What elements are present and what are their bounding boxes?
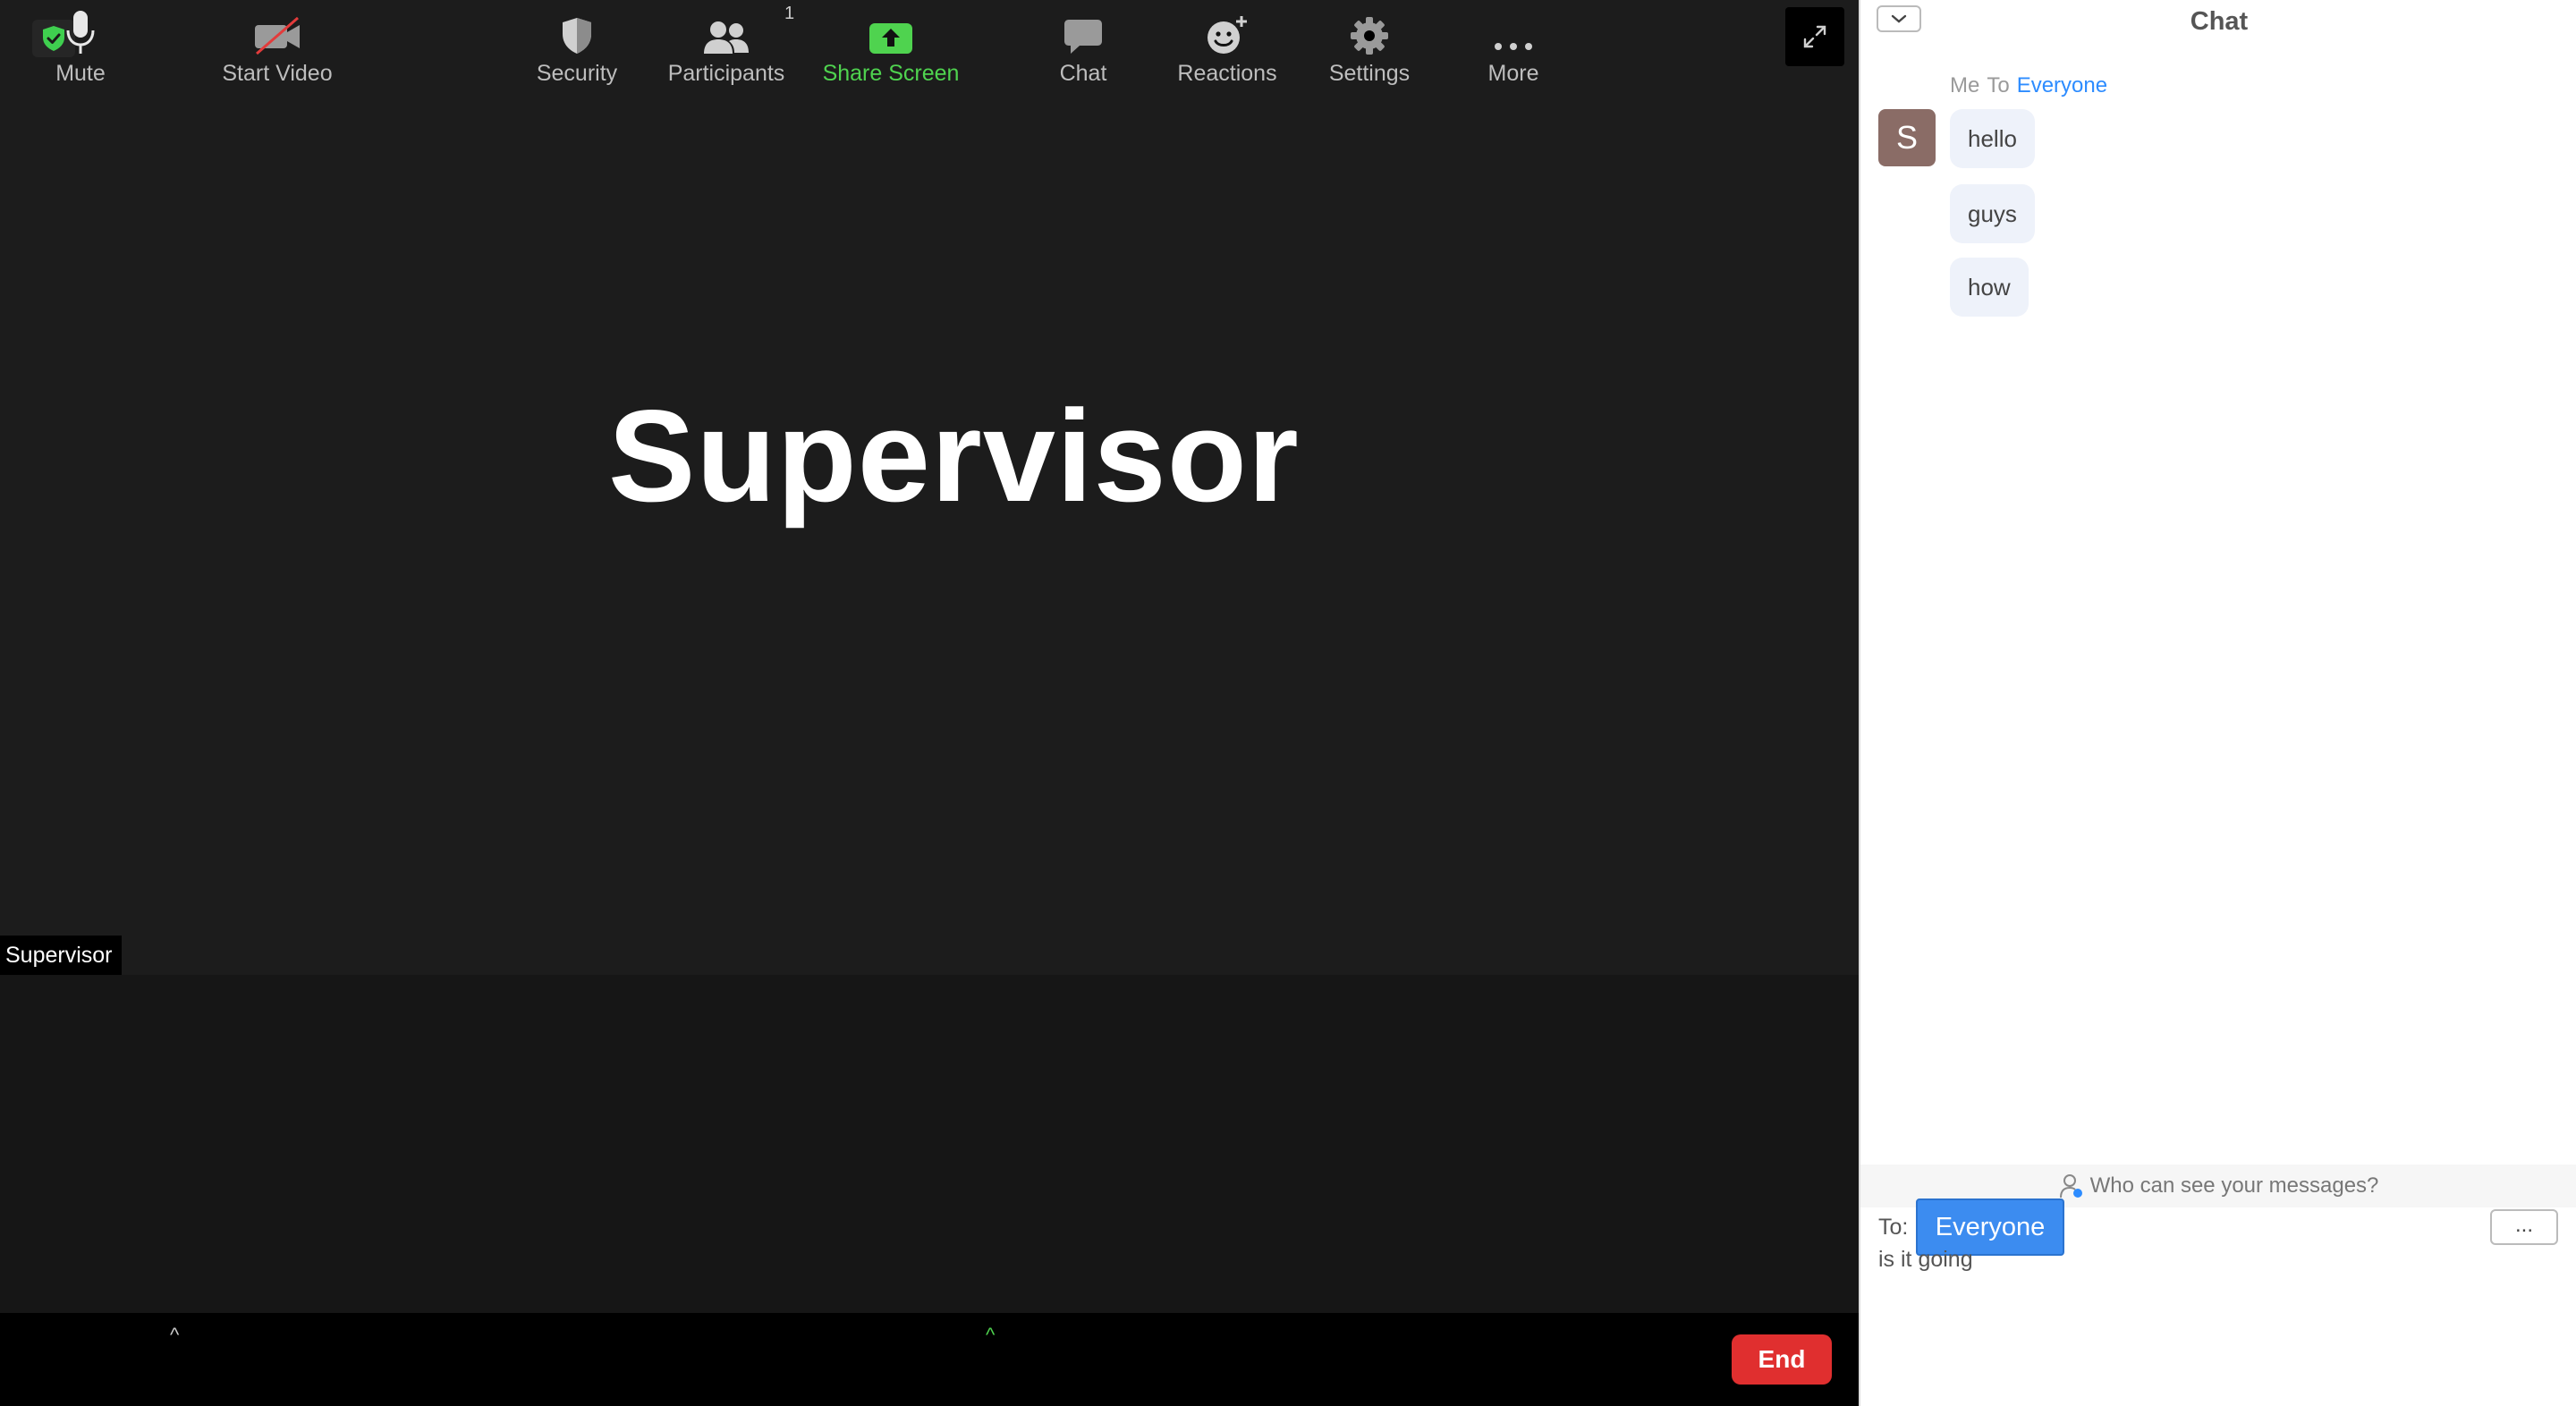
chat-more-button[interactable]: ... xyxy=(2490,1209,2558,1245)
meeting-toolbar xyxy=(0,1313,1859,1406)
chat-label: Chat xyxy=(1059,61,1107,86)
participants-label: Participants xyxy=(667,61,785,86)
avatar: S xyxy=(1878,109,1936,166)
ellipsis-icon xyxy=(1495,43,1532,50)
who-can-see-text: Who can see your messages? xyxy=(2089,1173,2379,1198)
reactions-button[interactable]: Reactions xyxy=(1172,0,1283,93)
participant-name-tag: Supervisor xyxy=(0,936,122,975)
chat-panel: Chat Me To Everyone S hello guys how Who c… xyxy=(1859,0,2576,1406)
share-screen-button[interactable]: Share Screen xyxy=(821,0,961,93)
share-options-caret[interactable]: ^ xyxy=(986,1324,995,1347)
recipient-label: To: xyxy=(1878,1215,1909,1240)
settings-button[interactable]: Settings xyxy=(1324,0,1415,93)
start-video-label: Start Video xyxy=(222,61,333,86)
message-to-word: To xyxy=(1987,73,2010,97)
settings-label: Settings xyxy=(1328,61,1411,86)
chat-message-input[interactable]: is it going xyxy=(1878,1247,2558,1390)
more-label: More xyxy=(1487,61,1539,86)
mute-label: Mute xyxy=(55,61,106,86)
reactions-label: Reactions xyxy=(1177,61,1277,86)
participants-button[interactable]: 1 Participants xyxy=(664,0,794,93)
mute-button[interactable]: Mute xyxy=(47,0,114,93)
security-label: Security xyxy=(536,61,618,86)
message-recipient[interactable]: Everyone xyxy=(2017,73,2107,97)
message-meta: Me To Everyone xyxy=(1950,73,2107,98)
security-button[interactable]: Security xyxy=(528,0,626,93)
person-visibility-icon xyxy=(2059,1174,2082,1198)
shield-icon xyxy=(563,18,591,54)
chat-message[interactable]: how xyxy=(1950,258,2029,317)
chat-title: Chat xyxy=(2190,7,2249,36)
chat-message[interactable]: hello xyxy=(1950,109,2035,168)
end-meeting-button[interactable]: End xyxy=(1732,1334,1832,1385)
video-off-icon xyxy=(255,16,300,55)
active-speaker-view: Supervisor Supervisor xyxy=(0,0,1859,975)
speech-bubble-icon xyxy=(1064,20,1102,54)
video-area: Supervisor Supervisor xyxy=(0,0,1859,1313)
audio-options-caret[interactable]: ^ xyxy=(170,1324,179,1347)
active-speaker-name: Supervisor xyxy=(608,383,1300,529)
message-sender: Me xyxy=(1950,73,1980,97)
share-screen-icon xyxy=(869,23,912,54)
chat-button[interactable]: Chat xyxy=(1045,0,1122,93)
expand-arrows-icon xyxy=(1803,25,1826,48)
microphone-icon xyxy=(66,11,95,54)
share-screen-label: Share Screen xyxy=(822,61,960,86)
emoji-plus-icon xyxy=(1208,16,1247,54)
gear-icon xyxy=(1351,17,1388,55)
more-button[interactable]: More xyxy=(1476,0,1551,93)
chat-header: Chat xyxy=(1860,0,2576,45)
participants-count: 1 xyxy=(784,4,795,23)
start-video-button[interactable]: Start Video xyxy=(215,0,340,93)
chat-message[interactable]: guys xyxy=(1950,184,2035,243)
people-icon xyxy=(704,21,749,54)
fullscreen-button[interactable] xyxy=(1785,7,1844,66)
video-background xyxy=(0,975,1859,1313)
